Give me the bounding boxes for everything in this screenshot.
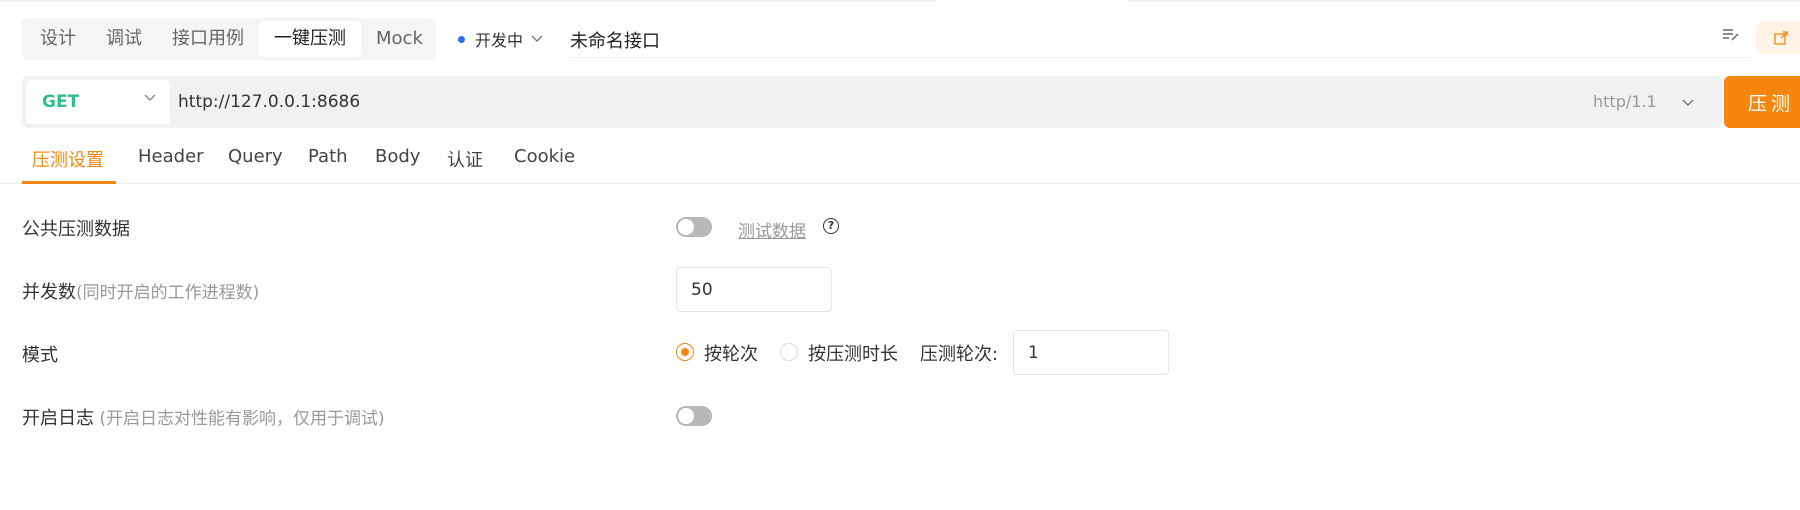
- api-name-input[interactable]: [570, 22, 1750, 58]
- radio-dot: [681, 348, 689, 356]
- concurrency-title: 并发数: [22, 282, 76, 303]
- chevron-down-icon: [1682, 99, 1694, 106]
- url-bar: GET http/1.1: [22, 76, 1722, 128]
- mode-by-rounds-radio[interactable]: [676, 343, 694, 361]
- method-select[interactable]: GET: [26, 80, 170, 124]
- mode-by-rounds-label[interactable]: 按轮次: [704, 340, 758, 366]
- share-icon: [1774, 31, 1788, 45]
- tab-stress-settings[interactable]: 压测设置: [32, 146, 104, 183]
- rounds-input[interactable]: [1013, 330, 1169, 375]
- tab-path[interactable]: Path: [308, 146, 348, 183]
- protocol-select[interactable]: http/1.1: [1593, 92, 1694, 111]
- protocol-label: http/1.1: [1593, 92, 1657, 111]
- mode-by-duration-label[interactable]: 按压测时长: [808, 340, 898, 366]
- top-divider: [1128, 0, 1800, 2]
- chevron-down-icon: [531, 35, 543, 42]
- tab-body[interactable]: Body: [375, 146, 420, 183]
- tab-auth[interactable]: 认证: [447, 146, 483, 183]
- stress-test-page: 设计 调试 接口用例 一键压测 Mock 开发中 GET http/1.1 压测…: [0, 0, 1800, 510]
- public-data-toggle[interactable]: [676, 217, 712, 237]
- share-button[interactable]: [1756, 22, 1800, 54]
- tab-header[interactable]: Header: [138, 146, 204, 183]
- concurrency-label: 并发数(同时开启的工作进程数): [22, 278, 259, 304]
- question-circle-icon[interactable]: ?: [823, 218, 839, 234]
- log-hint: (开启日志对性能有影响，仅用于调试): [94, 409, 385, 429]
- log-title: 开启日志: [22, 408, 94, 429]
- run-stress-test-button[interactable]: 压测: [1724, 76, 1800, 128]
- toggle-knob: [678, 219, 694, 235]
- public-data-label: 公共压测数据: [22, 219, 130, 240]
- method-label: GET: [42, 92, 80, 112]
- test-data-link[interactable]: 测试数据: [738, 217, 806, 242]
- edit-list-icon[interactable]: [1722, 28, 1740, 46]
- request-subtabs: 压测设置 Header Query Path Body 认证 Cookie: [0, 140, 1800, 184]
- status-dropdown[interactable]: 开发中: [458, 26, 543, 52]
- top-divider: [0, 0, 936, 2]
- concurrency-input[interactable]: [676, 267, 832, 312]
- tab-design[interactable]: 设计: [25, 21, 91, 57]
- toggle-knob: [678, 408, 694, 424]
- tab-query[interactable]: Query: [228, 146, 283, 183]
- url-input[interactable]: [178, 88, 1478, 116]
- status-label: 开发中: [475, 31, 524, 50]
- concurrency-hint: (同时开启的工作进程数): [76, 283, 260, 303]
- log-label: 开启日志 (开启日志对性能有影响，仅用于调试): [22, 404, 385, 430]
- rounds-label: 压测轮次:: [920, 344, 999, 365]
- tab-test-cases[interactable]: 接口用例: [157, 21, 259, 57]
- mode-by-duration-radio[interactable]: [780, 343, 798, 361]
- tab-debug[interactable]: 调试: [91, 21, 157, 57]
- tab-mock[interactable]: Mock: [361, 21, 438, 57]
- status-dot: [458, 35, 465, 43]
- mode-tabs: 设计 调试 接口用例 一键压测 Mock: [22, 18, 436, 60]
- tab-stress-test[interactable]: 一键压测: [259, 21, 361, 57]
- log-toggle[interactable]: [676, 406, 712, 426]
- tab-cookie[interactable]: Cookie: [514, 146, 575, 183]
- chevron-down-icon: [144, 94, 156, 101]
- mode-label: 模式: [22, 345, 58, 366]
- active-tab-indicator: [22, 181, 116, 184]
